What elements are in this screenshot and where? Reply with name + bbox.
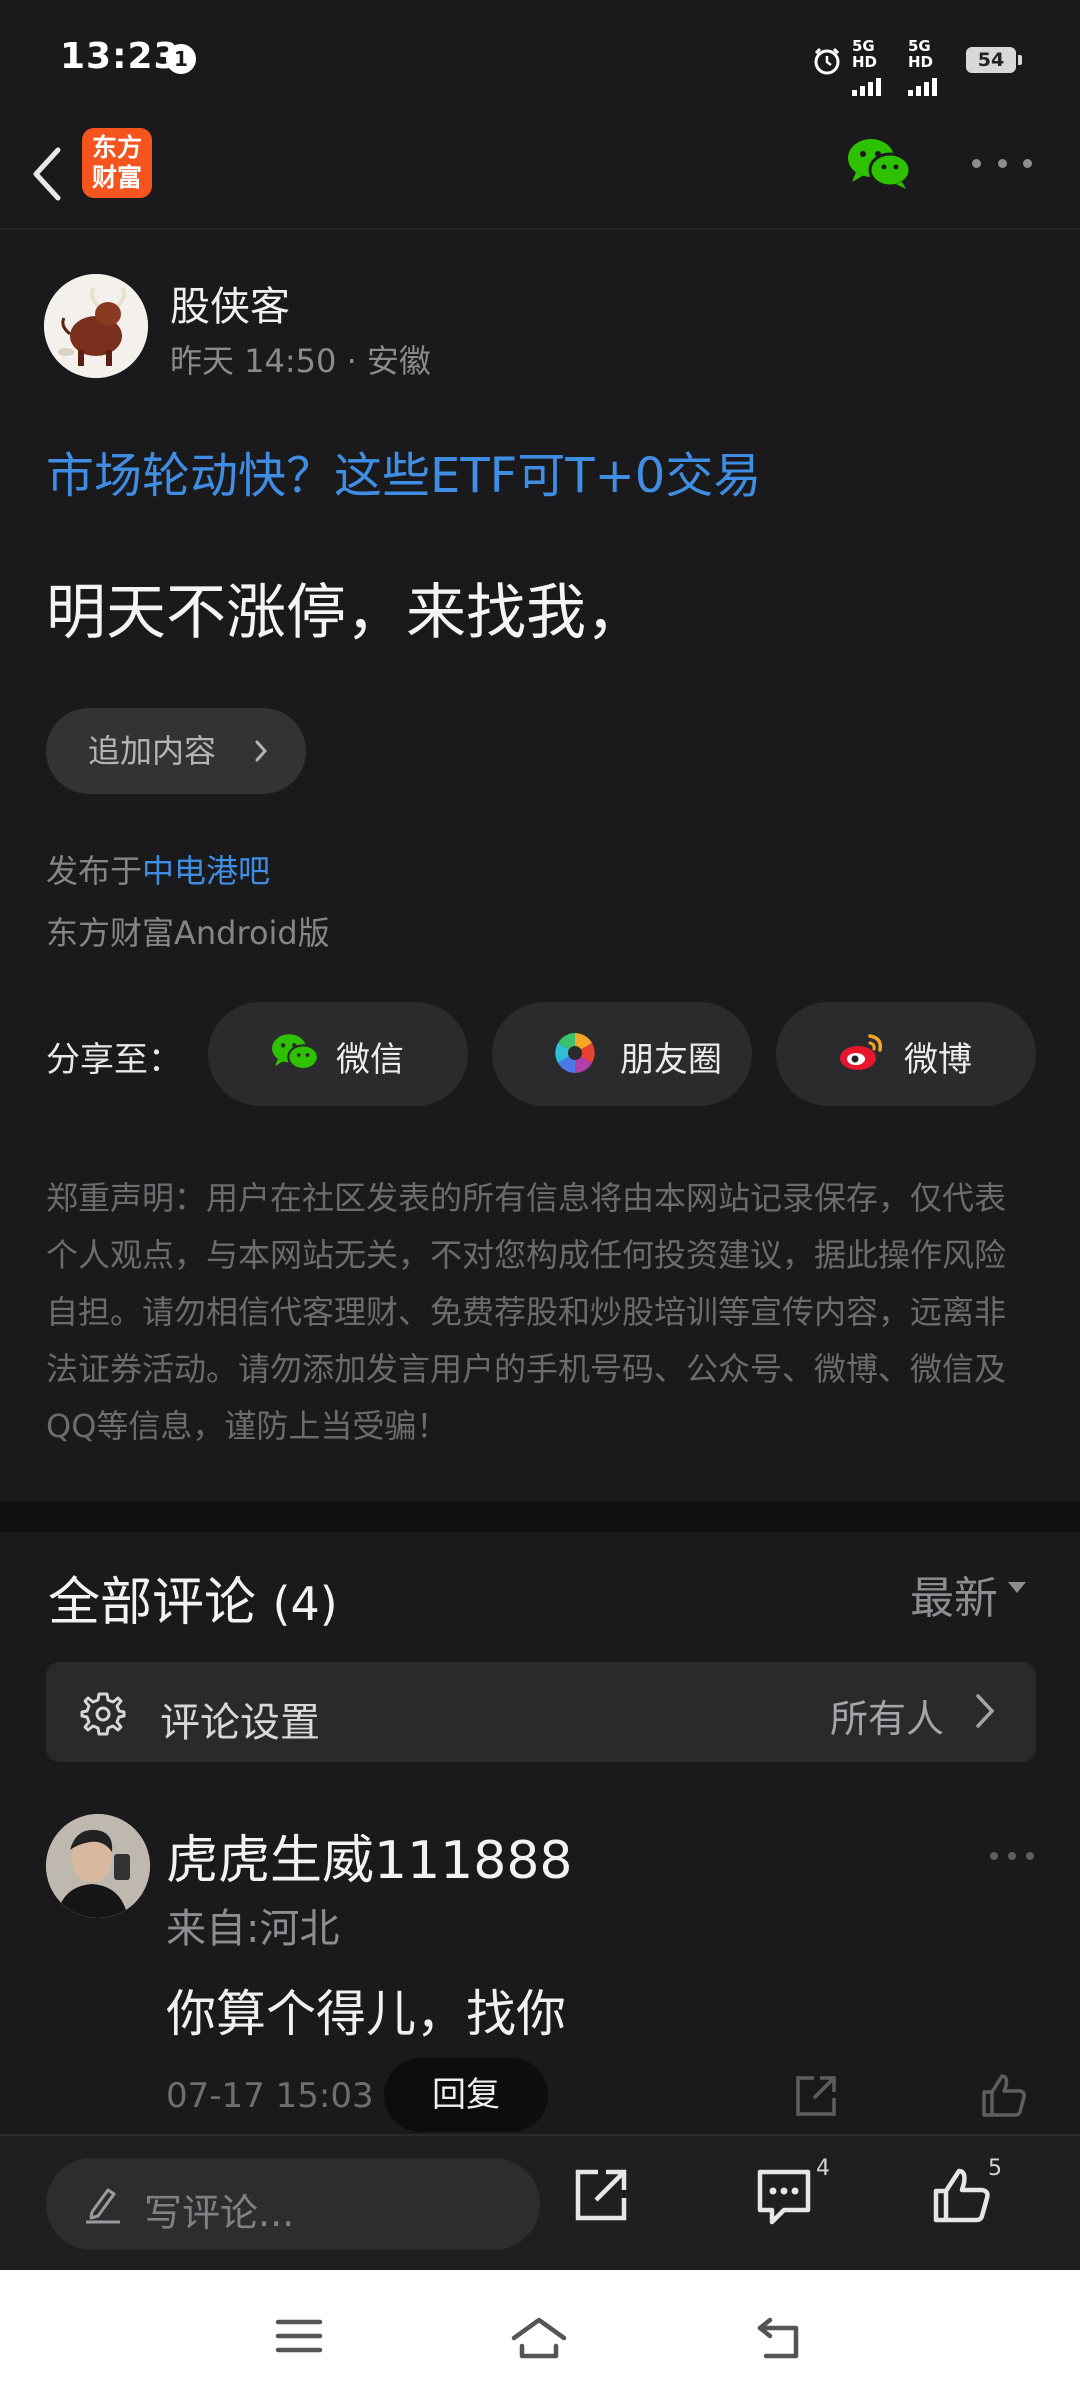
app-logo-line2: 财富 [91,163,142,192]
notification-count-badge: 1 [166,44,196,74]
person-avatar-icon [46,1814,150,1918]
client-info: 东方财富Android版 [46,914,330,952]
share-weibo-button[interactable]: 微博 [776,1002,1036,1106]
share-moments-label: 朋友圈 [620,1040,722,1080]
share-wechat-label: 微信 [336,1040,404,1080]
app-logo[interactable]: 东方 财富 [82,128,152,198]
alarm-icon [814,47,840,75]
comment-icon[interactable] [754,2166,814,2226]
author-avatar[interactable] [44,274,148,378]
battery-indicator: 54 [966,47,1022,73]
top-nav: 东方 财富 [0,118,1080,230]
sort-dropdown[interactable]: 最新 [910,1562,1026,1626]
back-arrow-icon[interactable] [22,136,78,212]
share-icon[interactable] [794,2074,838,2118]
like-icon[interactable] [980,2072,1028,2118]
commenter-avatar[interactable] [46,1814,150,1918]
commenter-location: 来自:河北 [166,1906,340,1952]
append-content-button[interactable]: 追加内容 [46,708,306,794]
comment-settings-value: 所有人 [830,1697,945,1741]
pencil-icon [86,2188,120,2224]
write-comment-input[interactable]: 写评论... [46,2158,540,2250]
append-content-label: 追加内容 [88,732,217,770]
wechat-share-icon[interactable] [846,136,912,190]
disclaimer-text: 郑重声明：用户在社区发表的所有信息将由本网站记录保存，仅代表个人观点，与本网站无… [46,1179,1007,1445]
post-meta: 昨天 14:50 · 安徽 [170,342,431,380]
post-content: 明天不涨停，来找我， [46,578,646,648]
like-icon[interactable] [932,2166,992,2224]
signal-5g-1: 5G HD [852,37,904,96]
status-bar: 13:23 1 5G HD 5G HD 54 [0,0,1080,118]
forum-link[interactable]: 中电港吧 [142,852,270,890]
reply-button[interactable]: 回复 [384,2058,548,2132]
commenter-name[interactable]: 虎虎生威111888 [166,1818,573,1893]
publish-info: 发布于中电港吧 [46,846,270,892]
home-icon[interactable] [510,2316,568,2360]
like-count-badge: 5 [988,2156,1002,2181]
write-comment-placeholder: 写评论... [144,2191,295,2235]
comments-title-label: 全部评论 [48,1573,257,1633]
app-logo-line1: 东方 [91,133,142,162]
bottom-action-bar: 写评论... 4 5 [0,2134,1080,2270]
more-options-button[interactable] [972,148,1032,178]
signal-5g-2: 5G HD [908,37,960,96]
network-label-1: 5G HD [852,37,878,71]
comments-count: (4) [272,1577,338,1631]
chevron-right-icon [976,1694,995,1728]
share-moments-button[interactable]: 朋友圈 [492,1002,752,1106]
wechat-icon [272,1034,320,1071]
comments-title: 全部评论 (4) [48,1560,338,1635]
comment-time: 07-17 15:03 [166,2076,374,2116]
status-time: 13:23 [60,36,180,77]
share-weibo-label: 微博 [904,1040,972,1080]
menu-icon[interactable] [274,2316,324,2356]
comment-count-badge: 4 [816,2156,830,2181]
comments-section: 全部评论 (4) 最新 评论设置 所有人 虎虎生威111888 来自:河北 你算… [0,1532,1080,2134]
section-divider [0,1502,1080,1532]
comment-settings-label: 评论设置 [160,1700,320,1746]
bull-avatar-icon [44,274,148,378]
publish-prefix: 发布于 [46,852,143,890]
network-label-2: 5G HD [908,37,934,71]
comment-more-button[interactable] [990,1852,1034,1862]
share-icon[interactable] [572,2166,630,2224]
post-detail: 股侠客 昨天 14:50 · 安徽 市场轮动快？这些ETF可T+0交易 明天不涨… [0,230,1080,1502]
share-wechat-button[interactable]: 微信 [208,1002,468,1106]
chevron-right-icon [255,740,268,762]
comment-text: 你算个得儿，找你 [166,1985,566,2043]
promo-link[interactable]: 市场轮动快？这些ETF可T+0交易 [46,436,761,506]
gear-icon [80,1692,126,1736]
back-icon[interactable] [756,2316,804,2360]
share-label: 分享至： [46,1040,182,1080]
comment-settings-row[interactable]: 评论设置 所有人 [46,1662,1036,1762]
weibo-icon [840,1034,883,1070]
system-navigation-bar [0,2270,1080,2400]
moments-icon [555,1033,595,1073]
author-name[interactable]: 股侠客 [170,274,290,332]
